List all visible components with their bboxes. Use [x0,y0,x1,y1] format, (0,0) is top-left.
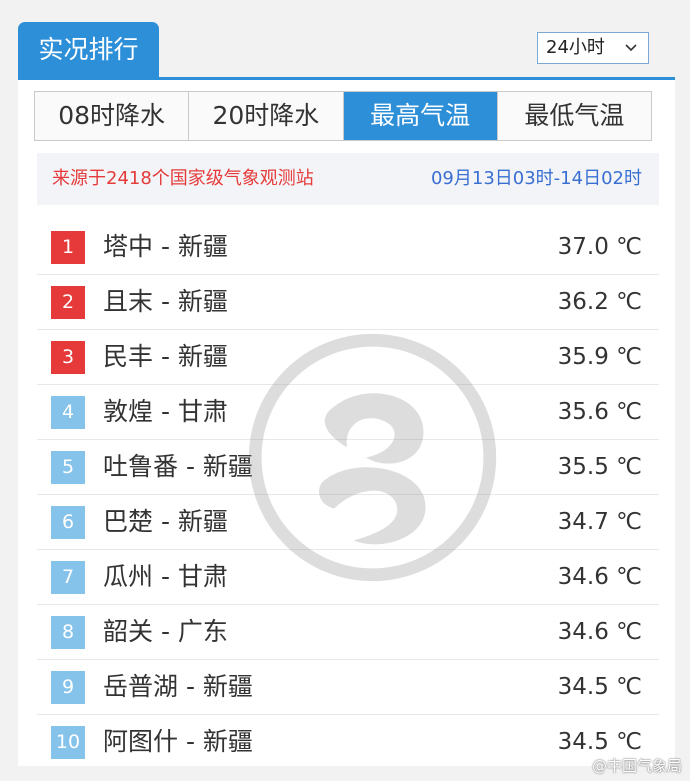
tab-0800-precipitation[interactable]: 08时降水 [35,92,190,140]
period-select-value: 24小时 [546,37,605,58]
temperature-value: 34.5 ℃ [557,674,642,700]
tab-min-temperature[interactable]: 最低气温 [497,92,651,140]
rank-badge: 9 [51,671,85,704]
rank-badge: 8 [51,616,85,649]
panel-title: 实况排行 [18,22,159,78]
rank-badge: 10 [51,726,85,759]
temperature-value: 36.2 ℃ [557,289,642,315]
rank-badge: 3 [51,341,85,374]
temperature-value: 34.6 ℃ [557,619,642,645]
temperature-value: 35.6 ℃ [557,399,642,425]
ranking-row[interactable]: 5 吐鲁番 - 新疆 35.5 ℃ [37,440,659,495]
rank-badge: 5 [51,451,85,484]
ranking-row[interactable]: 10 阿图什 - 新疆 34.5 ℃ [37,715,659,769]
ranking-row[interactable]: 4 敦煌 - 甘肃 35.6 ℃ [37,385,659,440]
rank-badge: 1 [51,231,85,264]
station-name: 岳普湖 - 新疆 [103,672,253,701]
temperature-value: 35.5 ℃ [557,454,642,480]
temperature-value: 34.7 ℃ [557,509,642,535]
temperature-value: 34.6 ℃ [557,564,642,590]
tab-2000-precipitation[interactable]: 20时降水 [189,92,344,140]
temperature-value: 37.0 ℃ [557,234,642,260]
tab-max-temperature[interactable]: 最高气温 [343,92,498,140]
rank-badge: 2 [51,286,85,319]
station-name: 阿图什 - 新疆 [103,727,253,756]
source-note: 来源于2418个国家级气象观测站 [52,168,314,189]
station-name: 巴楚 - 新疆 [103,507,228,536]
category-tabs: 08时降水 20时降水 最高气温 最低气温 [34,91,652,141]
station-name: 韶关 - 广东 [103,617,228,646]
station-name: 敦煌 - 甘肃 [103,397,228,426]
station-name: 吐鲁番 - 新疆 [103,452,253,481]
station-name: 瓜州 - 甘肃 [103,562,228,591]
weibo-credit: @中国气象局 [591,757,682,775]
temperature-value: 35.9 ℃ [557,344,642,370]
time-range: 09月13日03时-14日02时 [430,168,642,189]
station-name: 民丰 - 新疆 [103,342,228,371]
ranking-row[interactable]: 1 塔中 - 新疆 37.0 ℃ [37,220,659,275]
ranking-row[interactable]: 2 且末 - 新疆 36.2 ℃ [37,275,659,330]
station-name: 塔中 - 新疆 [103,232,228,261]
chevron-down-icon [624,33,638,74]
ranking-list: 1 塔中 - 新疆 37.0 ℃ 2 且末 - 新疆 36.2 ℃ 3 民丰 -… [37,220,659,769]
ranking-row[interactable]: 9 岳普湖 - 新疆 34.5 ℃ [37,660,659,715]
period-select[interactable]: 24小时 [537,32,649,64]
rank-badge: 6 [51,506,85,539]
ranking-row[interactable]: 6 巴楚 - 新疆 34.7 ℃ [37,495,659,550]
ranking-panel: 实况排行 24小时 08时降水 20时降水 最高气温 最低气温 来源于2418个… [18,22,675,766]
source-info-bar: 来源于2418个国家级气象观测站 09月13日03时-14日02时 [37,153,659,205]
ranking-row[interactable]: 7 瓜州 - 甘肃 34.6 ℃ [37,550,659,605]
ranking-row[interactable]: 8 韶关 - 广东 34.6 ℃ [37,605,659,660]
rank-badge: 7 [51,561,85,594]
rank-badge: 4 [51,396,85,429]
station-name: 且末 - 新疆 [103,287,228,316]
ranking-row[interactable]: 3 民丰 - 新疆 35.9 ℃ [37,330,659,385]
ranking-card: 08时降水 20时降水 最高气温 最低气温 来源于2418个国家级气象观测站 0… [18,80,675,766]
